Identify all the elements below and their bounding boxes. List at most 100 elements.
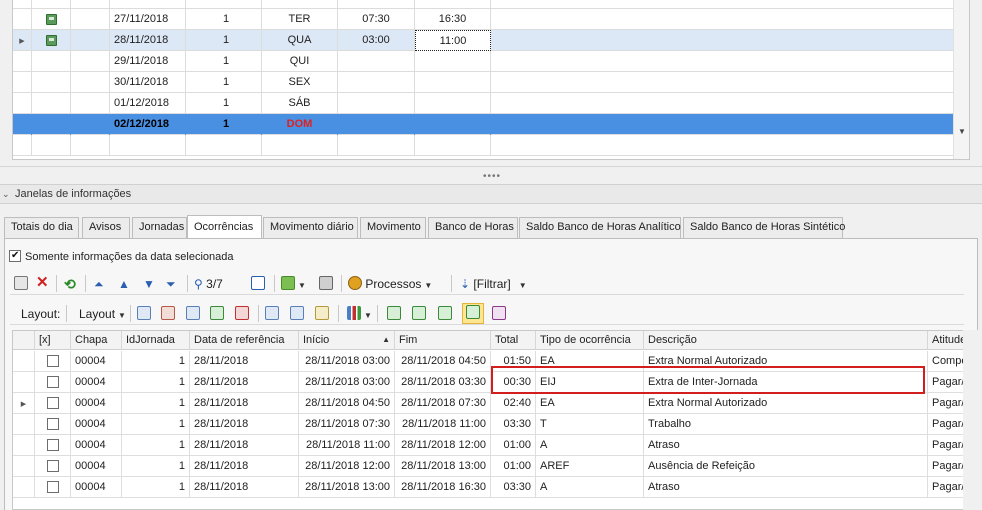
table-row[interactable] [13, 0, 954, 9]
descricao-cell: Atraso [644, 435, 928, 456]
printer-icon [319, 276, 333, 290]
table-row[interactable]: 00004 1 28/11/2018 28/11/2018 03:00 28/11/20… [13, 372, 964, 393]
col-inicio[interactable]: Início ▲ [299, 331, 395, 350]
col-fim[interactable]: Fim [395, 331, 491, 350]
table-row[interactable]: 27/11/2018 1 TER 07:30 16:30 [13, 9, 954, 30]
grid-option-button-1[interactable] [137, 305, 151, 323]
arrow-up-icon: ▲ [118, 277, 130, 291]
end-time-cell[interactable]: 11:00 [415, 30, 491, 51]
table-row[interactable]: 00004 1 28/11/2018 28/11/2018 13:00 28/11/20… [13, 477, 963, 498]
binoculars-icon: ⚲ [194, 277, 203, 291]
row-checkbox[interactable] [46, 418, 59, 430]
grid-option-button-6[interactable] [265, 305, 279, 323]
col-descricao[interactable]: Descrição [644, 331, 928, 350]
table-row[interactable]: 29/11/2018 1 QUI [13, 51, 954, 72]
atitude-cell: Pagar/ [932, 376, 964, 388]
table-row[interactable]: ▶ 28/11/2018 1 QUA 03:00 11:00 [13, 30, 954, 51]
view-button-1[interactable] [387, 305, 401, 323]
layout-dropdown[interactable]: Layout ▼ [79, 305, 126, 323]
fim-cell: 28/11/2018 13:00 [395, 456, 491, 477]
row-checkbox[interactable] [46, 481, 59, 493]
table-row[interactable]: 00004 1 28/11/2018 28/11/2018 11:00 28/11/20… [13, 435, 964, 456]
grid-option-button-5[interactable] [235, 305, 249, 323]
refresh-button[interactable]: ⟲ [64, 275, 76, 293]
table-row[interactable]: 00004 1 28/11/2018 28/11/2018 03:00 28/11/20… [13, 351, 963, 372]
table-row[interactable]: 01/12/2018 1 SÁB [13, 93, 954, 114]
view-button-4[interactable] [462, 303, 484, 324]
col-chapa[interactable]: Chapa [71, 331, 122, 350]
tab-saldo-analitico[interactable]: Saldo Banco de Horas Analítico [519, 217, 681, 238]
end-time-cell [415, 51, 491, 72]
grid-option-button-8[interactable] [315, 305, 329, 323]
view-button-2[interactable] [412, 305, 426, 323]
calendar-button[interactable] [251, 275, 265, 293]
view-button-3[interactable] [438, 305, 452, 323]
record-counter[interactable]: ⚲ 3/7 [194, 275, 223, 293]
sort-ascending-icon: ▲ [382, 335, 390, 344]
tab-banco-de-horas[interactable]: Banco de Horas [428, 217, 518, 238]
grid-option-button-7[interactable] [290, 305, 304, 323]
table-row[interactable]: 30/11/2018 1 SEX [13, 72, 954, 93]
row-checkbox[interactable] [46, 376, 59, 388]
tab-avisos[interactable]: Avisos [82, 217, 130, 238]
table-row[interactable]: 00004 1 28/11/2018 28/11/2018 07:30 28/11/20… [13, 414, 964, 435]
grip-icon[interactable]: •••• [483, 171, 501, 182]
table-row[interactable]: ▶ 00004 1 28/11/2018 28/11/2018 04:50 28/11/2… [13, 393, 964, 414]
sum-icon [290, 306, 304, 320]
previous-record-button[interactable]: ▲ [118, 275, 130, 293]
tab-jornadas[interactable]: Jornadas [132, 217, 187, 238]
table-row[interactable] [13, 135, 954, 156]
grid-export-icon [235, 306, 249, 320]
col-select[interactable]: [x] [35, 331, 71, 350]
chevron-down-icon[interactable]: ⌄ [2, 185, 10, 204]
report-button[interactable] [492, 305, 506, 323]
weekday-cell: SEX [262, 72, 338, 93]
tab-movimento[interactable]: Movimento [360, 217, 426, 238]
grid-option-button-3[interactable] [186, 305, 200, 323]
total-cell: 00:30 [491, 372, 536, 393]
last-record-button[interactable]: ⏷ [166, 275, 176, 293]
inicio-cell: 28/11/2018 03:00 [299, 372, 395, 393]
tab-ocorrencias[interactable]: Ocorrências [187, 215, 262, 238]
grid-option-button-2[interactable] [161, 305, 175, 323]
col-total[interactable]: Total [491, 331, 536, 350]
atitude-cell: Pagar/ [932, 439, 964, 451]
panel-splitter[interactable]: •••• [0, 166, 982, 184]
col-idjornada[interactable]: IdJornada [122, 331, 190, 350]
row-indicator-icon: ▶ [19, 38, 25, 45]
processes-menu[interactable]: Processos ▼ [348, 275, 432, 293]
chapa-cell: 00004 [71, 456, 122, 477]
inicio-cell: 28/11/2018 03:00 [299, 351, 395, 372]
atitude-cell: Pagar/ [932, 397, 964, 409]
selected-date-only-checkbox[interactable]: Somente informações da data selecionada [9, 249, 234, 264]
grid-vertical-scrollbar[interactable] [963, 330, 982, 510]
vertical-scrollbar[interactable]: ▼ [953, 0, 969, 159]
atitude-cell: Pagar/ [932, 418, 964, 430]
delete-button[interactable]: ✕ [36, 275, 49, 293]
row-checkbox[interactable] [46, 460, 59, 472]
col-atitude[interactable]: Atitude [928, 331, 963, 350]
next-record-button[interactable]: ▼ [143, 275, 155, 293]
row-checkbox[interactable] [46, 439, 59, 451]
filter-menu[interactable]: ⇣ [Filtrar] ▼ [460, 275, 527, 293]
info-panel-header[interactable]: ⌄ Janelas de informações [0, 184, 982, 204]
col-data-referencia[interactable]: Data de referência [190, 331, 299, 350]
row-checkbox[interactable] [46, 355, 59, 367]
grid-option-button-4[interactable] [210, 305, 224, 323]
tab-movimento-diario[interactable]: Movimento diário [263, 217, 358, 238]
view-icon [466, 305, 480, 319]
chart-menu[interactable]: ▼ [347, 305, 372, 323]
checkbox-checked[interactable] [9, 249, 21, 263]
edit-button[interactable] [14, 275, 28, 293]
col-tipo-ocorrencia[interactable]: Tipo de ocorrência [536, 331, 644, 350]
table-row[interactable]: 00004 1 28/11/2018 28/11/2018 12:00 28/11/20… [13, 456, 963, 477]
tab-saldo-sintetico[interactable]: Saldo Banco de Horas Sintético [683, 217, 845, 238]
table-row[interactable]: 02/12/2018 1 DOM [13, 114, 954, 135]
row-checkbox[interactable] [46, 397, 59, 409]
print-button[interactable] [319, 275, 333, 293]
tab-totais-do-dia[interactable]: Totais do dia [4, 217, 79, 238]
first-record-button[interactable]: ⏶ [94, 275, 104, 293]
scroll-down-icon[interactable]: ▼ [958, 127, 966, 136]
jornada-cell: 1 [186, 30, 262, 51]
export-button[interactable]: ▼ [281, 275, 306, 293]
